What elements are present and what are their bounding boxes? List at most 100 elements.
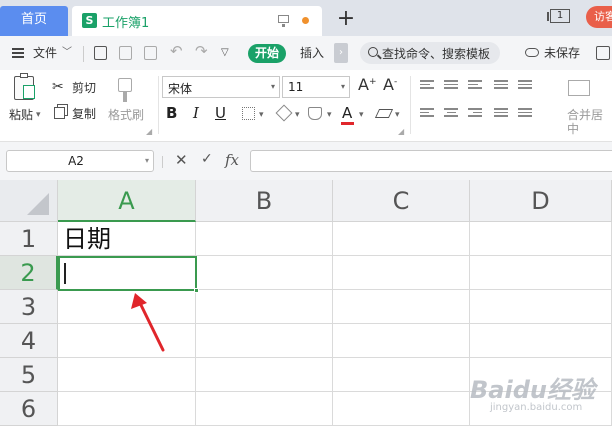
print-icon[interactable] bbox=[119, 46, 132, 60]
fill-color-icon[interactable] bbox=[275, 104, 293, 122]
highlight-icon[interactable] bbox=[308, 107, 322, 120]
hamburger-menu-icon[interactable] bbox=[12, 48, 24, 58]
cell-b4[interactable] bbox=[196, 324, 333, 358]
print-preview-icon[interactable] bbox=[144, 46, 157, 60]
increase-indent-icon[interactable] bbox=[518, 80, 532, 92]
italic-button[interactable]: I bbox=[193, 104, 199, 122]
decrease-indent-icon[interactable] bbox=[494, 80, 508, 92]
cell-d4[interactable] bbox=[470, 324, 612, 358]
fill-color-dropdown-icon[interactable]: ▾ bbox=[295, 108, 300, 122]
cancel-formula-icon[interactable]: ✕ bbox=[175, 151, 188, 169]
cell-c2[interactable] bbox=[333, 256, 470, 290]
cell-d3[interactable] bbox=[470, 290, 612, 324]
eraser-dropdown-icon[interactable]: ▾ bbox=[395, 108, 400, 122]
merge-center-icon[interactable] bbox=[568, 80, 590, 96]
font-color-button[interactable]: A bbox=[342, 104, 352, 122]
align-left-icon[interactable] bbox=[420, 108, 434, 120]
cell-d2[interactable] bbox=[470, 256, 612, 290]
active-cell-selection[interactable] bbox=[58, 256, 199, 293]
merge-center-button[interactable]: 合并居中 bbox=[567, 108, 612, 136]
cell-b6[interactable] bbox=[196, 392, 333, 426]
cell-c5[interactable] bbox=[333, 358, 470, 392]
tab-start[interactable]: 开始 bbox=[248, 44, 286, 63]
justify-icon[interactable] bbox=[494, 108, 508, 120]
bold-button[interactable]: B bbox=[166, 104, 177, 122]
font-size-select[interactable]: 11 ▾ bbox=[282, 76, 350, 98]
share-icon[interactable] bbox=[596, 46, 610, 60]
scissors-icon: ✂ bbox=[52, 79, 64, 95]
row-header-3[interactable]: 3 bbox=[0, 290, 58, 324]
format-painter-button[interactable]: 格式刷 bbox=[108, 108, 144, 122]
border-icon[interactable] bbox=[242, 107, 255, 120]
quick-access-dropdown-icon[interactable]: ▽ bbox=[221, 45, 229, 61]
visitor-account-button[interactable]: 访客 bbox=[586, 6, 612, 28]
align-right-icon[interactable] bbox=[468, 108, 482, 120]
clipboard-group-launcher-icon[interactable]: ◢ bbox=[146, 125, 152, 139]
row-header-4[interactable]: 4 bbox=[0, 324, 58, 358]
unsaved-status[interactable]: 未保存 bbox=[544, 45, 580, 61]
formula-input[interactable] bbox=[250, 150, 612, 172]
more-tabs-chevron-icon[interactable]: › bbox=[334, 43, 348, 63]
border-dropdown-icon[interactable]: ▾ bbox=[259, 108, 264, 122]
row-header-5[interactable]: 5 bbox=[0, 358, 58, 392]
insert-function-button[interactable]: fx bbox=[225, 151, 239, 169]
ribbon-divider bbox=[158, 76, 159, 134]
file-menu[interactable]: 文件 bbox=[33, 45, 57, 61]
align-top-icon[interactable] bbox=[420, 80, 434, 92]
name-box[interactable]: A2 ▾ bbox=[6, 150, 154, 172]
font-name-select[interactable]: 宋体 ▾ bbox=[162, 76, 280, 98]
file-menu-chevron-icon[interactable]: ﹀ bbox=[62, 45, 72, 61]
underline-button[interactable]: U bbox=[215, 104, 226, 122]
distribute-icon[interactable] bbox=[518, 108, 532, 120]
cell-a6[interactable] bbox=[58, 392, 196, 426]
row-header-2[interactable]: 2 bbox=[0, 256, 58, 290]
decrease-font-size-button[interactable]: A bbox=[383, 77, 394, 93]
font-group-launcher-icon[interactable]: ◢ bbox=[398, 125, 404, 139]
undo-icon[interactable]: ↶ bbox=[170, 43, 183, 59]
align-bottom-icon[interactable] bbox=[468, 80, 482, 92]
increase-font-size-button[interactable]: A bbox=[358, 77, 369, 93]
home-tab[interactable]: 首页 bbox=[0, 6, 68, 36]
cell-a1[interactable]: 日期 bbox=[58, 222, 196, 256]
column-header-d[interactable]: D bbox=[470, 180, 612, 222]
cell-a5[interactable] bbox=[58, 358, 196, 392]
paste-icon[interactable] bbox=[14, 73, 35, 100]
paste-dropdown-icon[interactable]: ▾ bbox=[36, 108, 41, 122]
align-center-icon[interactable] bbox=[444, 108, 458, 120]
font-color-bar bbox=[341, 122, 354, 125]
cell-c4[interactable] bbox=[333, 324, 470, 358]
row-header-1[interactable]: 1 bbox=[0, 222, 58, 256]
column-header-b[interactable]: B bbox=[196, 180, 333, 222]
copy-button[interactable]: 复制 bbox=[72, 107, 96, 121]
highlight-dropdown-icon[interactable]: ▾ bbox=[327, 108, 332, 122]
cell-c6[interactable] bbox=[333, 392, 470, 426]
align-middle-icon[interactable] bbox=[444, 80, 458, 92]
column-header-c[interactable]: C bbox=[333, 180, 470, 222]
font-color-dropdown-icon[interactable]: ▾ bbox=[359, 108, 364, 122]
cell-c1[interactable] bbox=[333, 222, 470, 256]
window-count-indicator[interactable]: 1 bbox=[547, 9, 570, 23]
confirm-formula-icon[interactable]: ✓ bbox=[201, 151, 213, 167]
command-search-box[interactable]: 查找命令、搜索模板 bbox=[360, 42, 500, 64]
cell-b1[interactable] bbox=[196, 222, 333, 256]
eraser-icon[interactable] bbox=[374, 109, 394, 118]
cell-a4[interactable] bbox=[58, 324, 196, 358]
cell-c3[interactable] bbox=[333, 290, 470, 324]
document-tab[interactable]: S 工作簿1 bbox=[72, 6, 322, 36]
monitor-icon[interactable] bbox=[278, 15, 289, 27]
new-tab-button[interactable]: + bbox=[334, 6, 358, 34]
cell-d1[interactable] bbox=[470, 222, 612, 256]
save-icon[interactable] bbox=[94, 46, 107, 60]
tab-insert[interactable]: 插入 bbox=[300, 45, 324, 61]
column-header-a[interactable]: A bbox=[58, 180, 196, 222]
select-all-corner[interactable] bbox=[0, 180, 58, 222]
cell-b3[interactable] bbox=[196, 290, 333, 324]
cut-button[interactable]: 剪切 bbox=[72, 81, 96, 95]
fill-handle[interactable] bbox=[194, 288, 199, 293]
redo-icon[interactable]: ↷ bbox=[195, 43, 208, 59]
cell-b2[interactable] bbox=[196, 256, 333, 290]
row-header-6[interactable]: 6 bbox=[0, 392, 58, 426]
paste-button[interactable]: 粘贴 bbox=[9, 108, 33, 122]
cell-b5[interactable] bbox=[196, 358, 333, 392]
cell-a3[interactable] bbox=[58, 290, 196, 324]
